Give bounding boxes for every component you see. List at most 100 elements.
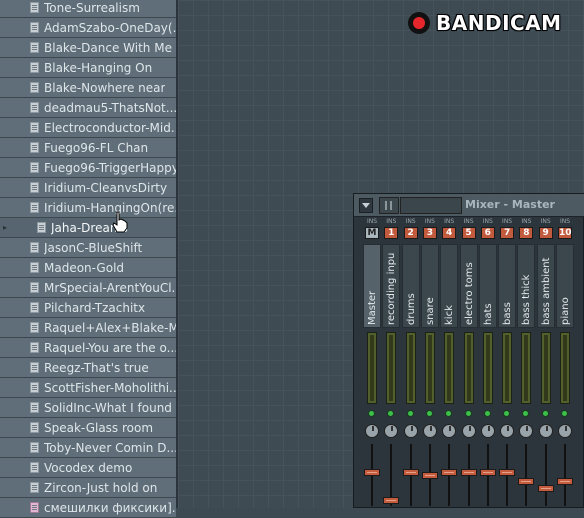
browser-item[interactable]: JasonC-BlueShift: [0, 238, 176, 258]
browser-item[interactable]: Iridium-HangingOn(re...: [0, 198, 176, 218]
browser-item[interactable]: Zircon-Just hold on: [0, 478, 176, 498]
track-number[interactable]: M: [365, 227, 379, 239]
mixer-track[interactable]: INS 3 snare: [420, 218, 439, 508]
mixer-track[interactable]: INS 2 drums: [401, 218, 420, 508]
mixer-track[interactable]: INS 7 bass: [498, 218, 517, 508]
mixer-titlebar[interactable]: Mixer - Master: [354, 194, 584, 217]
track-name-box[interactable]: hats: [478, 244, 497, 328]
track-number[interactable]: 3: [422, 227, 437, 239]
mixer-track[interactable]: INS M Master: [363, 218, 381, 508]
track-name-box[interactable]: electro toms: [459, 244, 478, 328]
track-number[interactable]: 1: [384, 227, 399, 239]
track-name-box[interactable]: snare: [420, 244, 439, 328]
track-number[interactable]: 5: [461, 227, 476, 239]
mixer-track[interactable]: INS 9 bass ambient: [536, 218, 555, 508]
track-name-box[interactable]: recording inpu: [382, 244, 401, 328]
track-number[interactable]: 4: [442, 227, 457, 239]
volume-fader[interactable]: [518, 477, 535, 485]
pan-knob[interactable]: [403, 424, 418, 438]
mixer-track[interactable]: INS 10 piano: [556, 218, 574, 508]
pan-knob[interactable]: [480, 424, 495, 438]
track-enable-led[interactable]: [541, 410, 549, 417]
mixer-window[interactable]: Mixer - Master INS M Master INS 1 recording i…: [353, 193, 584, 508]
track-name-box[interactable]: kick: [440, 244, 459, 328]
track-name-box[interactable]: bass: [498, 244, 517, 328]
browser-item[interactable]: Tone-Surrealism: [0, 0, 176, 18]
browser-item[interactable]: ScottFisher-Moholithi...: [0, 378, 176, 398]
track-number[interactable]: 9: [538, 227, 553, 239]
pan-knob[interactable]: [442, 424, 457, 438]
browser-item[interactable]: Blake-Hanging On: [0, 58, 176, 78]
browser-item-label: AdamSzabo-OneDay(...: [44, 20, 176, 35]
track-name-box[interactable]: bass ambient: [536, 244, 555, 328]
track-enable-led[interactable]: [425, 410, 433, 417]
track-name-box[interactable]: bass thick: [517, 244, 536, 328]
browser-item[interactable]: Fuego96-TriggerHappy: [0, 158, 176, 178]
volume-fader[interactable]: [402, 469, 419, 477]
mixer-grip-icon[interactable]: [379, 197, 399, 214]
pan-knob[interactable]: [461, 424, 476, 438]
track-enable-led[interactable]: [368, 410, 375, 417]
volume-fader[interactable]: [364, 469, 380, 477]
track-enable-led[interactable]: [387, 410, 395, 417]
browser-item[interactable]: Raquel+Alex+Blake-M...: [0, 318, 176, 338]
volume-fader[interactable]: [479, 469, 496, 477]
browser-item[interactable]: Fuego96-FL Chan: [0, 138, 176, 158]
track-name-box[interactable]: Master: [363, 244, 381, 328]
mixer-track[interactable]: INS 5 electro toms: [459, 218, 478, 508]
browser-item[interactable]: Iridium-CleanvsDirty: [0, 178, 176, 198]
track-enable-led[interactable]: [445, 410, 453, 417]
browser-item[interactable]: SolidInc-What I found: [0, 398, 176, 418]
pan-knob[interactable]: [558, 424, 572, 438]
mixer-track[interactable]: INS 1 recording inpu: [382, 218, 401, 508]
browser-item[interactable]: Vocodex demo: [0, 458, 176, 478]
browser-item[interactable]: Electroconductor-Mid...: [0, 118, 176, 138]
volume-fader[interactable]: [499, 469, 516, 477]
track-name-box[interactable]: piano: [556, 244, 574, 328]
pan-knob[interactable]: [384, 424, 399, 438]
track-number[interactable]: 6: [480, 227, 495, 239]
mixer-track[interactable]: INS 8 bass thick: [517, 218, 536, 508]
pan-knob[interactable]: [519, 424, 534, 438]
track-name-box[interactable]: drums: [401, 244, 420, 328]
track-name: snare: [424, 297, 436, 325]
browser-item[interactable]: Toby-Never Comin D...: [0, 438, 176, 458]
pan-knob[interactable]: [500, 424, 515, 438]
track-enable-led[interactable]: [483, 410, 491, 417]
browser-item-label: Speak-Glass room: [44, 420, 154, 435]
track-enable-led[interactable]: [561, 410, 568, 417]
pan-knob[interactable]: [538, 424, 553, 438]
volume-fader[interactable]: [537, 484, 554, 492]
pan-knob[interactable]: [365, 424, 379, 438]
browser-item[interactable]: смешилки фиксики]...: [0, 498, 176, 518]
browser-item[interactable]: MrSpecial-ArentYouCl...: [0, 278, 176, 298]
browser-item[interactable]: Speak-Glass room: [0, 418, 176, 438]
browser-item[interactable]: Pilchard-Tzachitx: [0, 298, 176, 318]
pan-knob[interactable]: [422, 424, 437, 438]
track-number[interactable]: 2: [403, 227, 418, 239]
browser-item[interactable]: Raquel-You are the o...: [0, 338, 176, 358]
browser-item[interactable]: Blake-Nowhere near: [0, 78, 176, 98]
volume-fader[interactable]: [441, 469, 458, 477]
track-number[interactable]: 8: [519, 227, 534, 239]
volume-fader[interactable]: [421, 472, 438, 479]
track-number[interactable]: 7: [500, 227, 515, 239]
browser-item[interactable]: Madeon-Gold: [0, 258, 176, 278]
track-enable-led[interactable]: [522, 410, 530, 417]
volume-fader[interactable]: [460, 469, 477, 477]
mixer-menu-button[interactable]: [359, 198, 373, 213]
browser-item[interactable]: AdamSzabo-OneDay(...: [0, 18, 176, 38]
browser-item[interactable]: deadmau5-ThatsNot...: [0, 98, 176, 118]
browser-item[interactable]: Blake-Dance With Me: [0, 38, 176, 58]
track-number[interactable]: 10: [558, 227, 572, 239]
track-enable-led[interactable]: [406, 410, 414, 417]
track-enable-led[interactable]: [464, 410, 472, 417]
track-enable-led[interactable]: [503, 410, 511, 417]
expand-arrow-icon[interactable]: ▸: [3, 223, 7, 232]
mixer-track[interactable]: INS 4 kick: [440, 218, 459, 508]
volume-fader[interactable]: [383, 497, 400, 505]
volume-fader[interactable]: [557, 477, 573, 485]
mixer-track[interactable]: INS 6 hats: [478, 218, 497, 508]
browser-item[interactable]: Reegz-That's true: [0, 358, 176, 378]
browser-item[interactable]: Jaha-Dreams: [0, 218, 176, 238]
